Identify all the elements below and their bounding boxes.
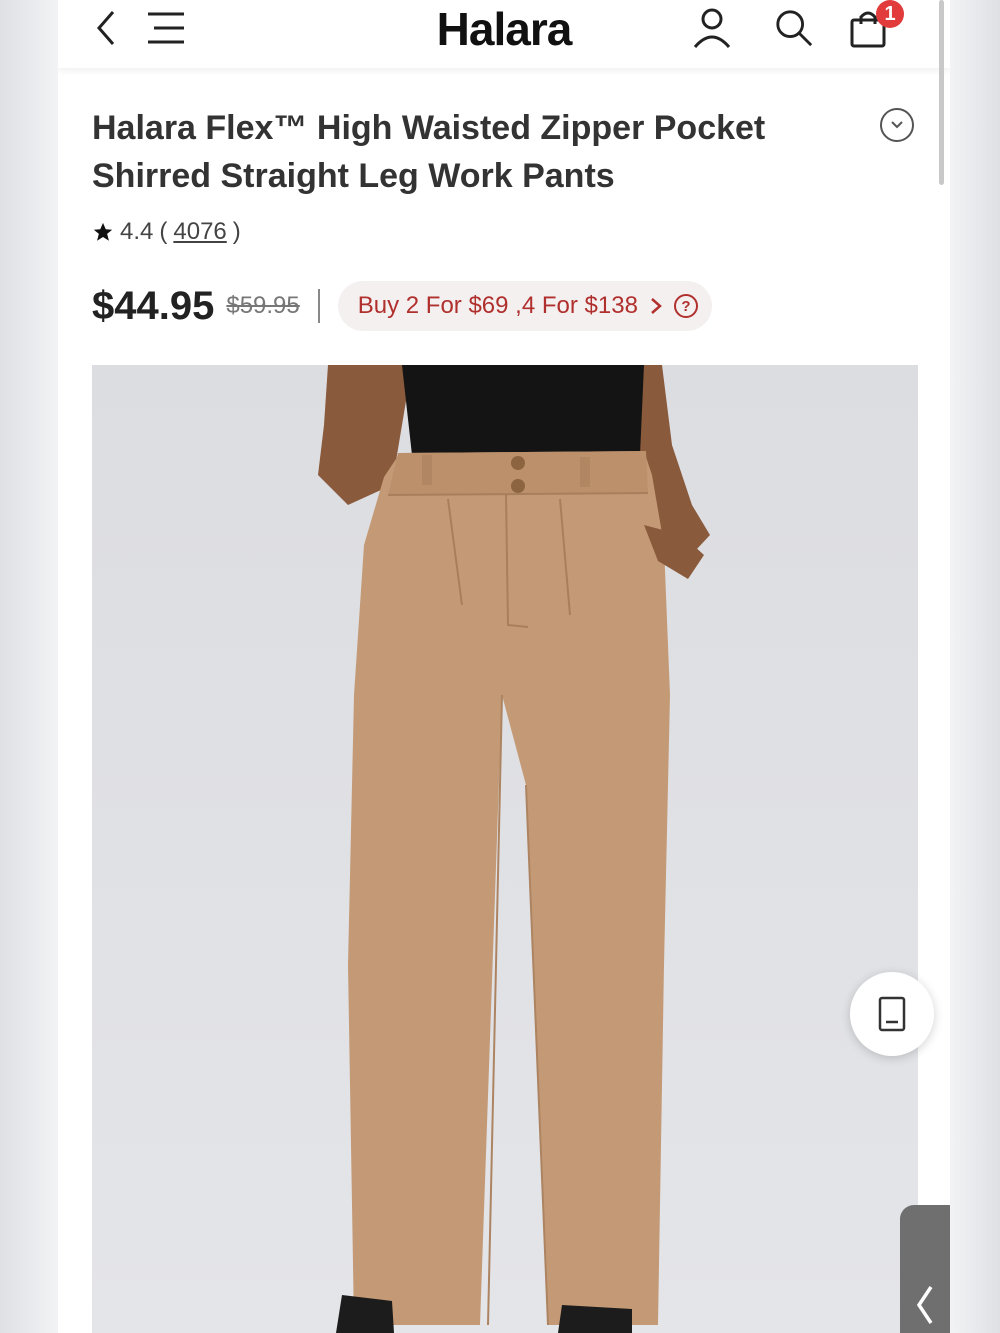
page-margin-left (0, 0, 58, 1333)
chevron-left-icon (916, 1286, 933, 1324)
review-count-link[interactable]: 4076 (173, 218, 226, 246)
pants-photo-illustration (318, 365, 710, 1333)
cart-count-badge: 1 (876, 0, 904, 28)
brand-logo[interactable]: Halara (58, 2, 950, 56)
account-icon[interactable] (692, 8, 732, 49)
promo-text: Buy 2 For $69 ,4 For $138 (357, 292, 638, 319)
chevron-down-icon (891, 121, 903, 129)
chevron-right-icon (651, 298, 662, 314)
price-divider (317, 289, 320, 323)
current-price: $44.95 (92, 283, 215, 328)
rating-summary: 4.4 ( 4076 ) (92, 218, 241, 246)
bundle-promo-button[interactable]: Buy 2 For $69 ,4 For $138 ? (337, 281, 712, 331)
scrollbar[interactable] (939, 0, 944, 185)
document-icon (878, 996, 906, 1032)
page-margin-right (950, 0, 1000, 1333)
original-price: $59.95 (226, 292, 300, 319)
review-paren-open: ( (159, 218, 168, 245)
search-icon[interactable] (774, 8, 814, 48)
product-image[interactable] (92, 365, 918, 1333)
review-paren-close: ) (232, 218, 241, 245)
size-guide-floating-button[interactable] (850, 972, 934, 1056)
expand-title-button[interactable] (880, 108, 914, 142)
product-page: Halara 1 Halara Flex™ High Waisted Zippe… (58, 0, 950, 1333)
price-row: $44.95 $59.95 Buy 2 For $69 ,4 For $138 … (92, 278, 712, 334)
rating-value: 4.4 (120, 218, 154, 245)
side-drawer-tab[interactable] (900, 1205, 950, 1333)
product-title-line: Halara Flex™ High Waisted Zipper Pocket (92, 109, 766, 147)
product-title: Halara Flex™ High Waisted Zipper Pocket … (92, 104, 832, 200)
product-title-line: Shirred Straight Leg Work Pants (92, 157, 615, 195)
help-icon[interactable]: ? (673, 294, 698, 318)
star-icon (93, 222, 113, 241)
top-nav-bar: Halara 1 (58, 0, 950, 68)
